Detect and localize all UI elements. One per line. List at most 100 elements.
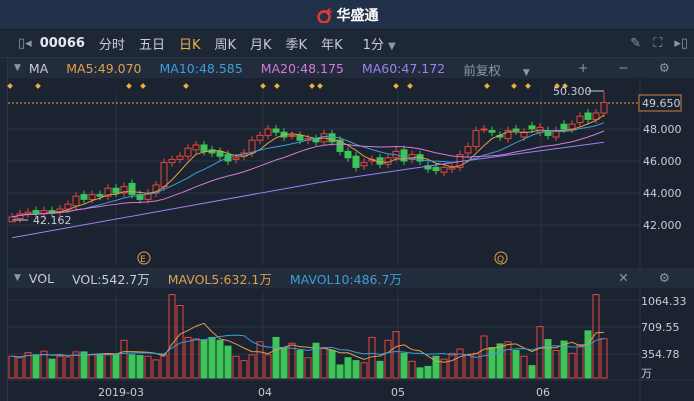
candle-body [264,128,272,136]
candle-body [416,154,424,162]
gear-icon[interactable]: ⚙ [659,270,670,285]
event-dot-icon [393,83,399,89]
candle-body [592,112,600,120]
mavol5-line [11,322,605,363]
volume-bar [448,352,456,379]
tab-intraday[interactable]: 分时 [99,34,125,53]
candle-body [216,150,224,157]
interval-value: 1分 [362,38,384,53]
volume-bar [264,354,272,379]
candle-body [432,166,440,172]
candle-body [320,133,328,143]
candle-body [504,130,512,140]
title-bar: 华盛通 [0,0,694,30]
candle-body [8,216,16,223]
collapse-ma-icon[interactable]: ▼ [14,63,21,73]
adjust-value: 前复权 [463,63,501,78]
candle-body [296,134,304,141]
zoom-out-icon[interactable]: − [618,60,628,79]
collapse-sidebar-icon[interactable]: ▯◂ [18,36,32,51]
chevron-down-icon: ▼ [522,68,530,78]
event-dot-icon [309,83,315,89]
tab-weekly-k[interactable]: 周K [214,34,236,53]
candle-body [160,162,168,188]
candle-body [400,149,408,162]
volume-bar [432,355,440,379]
volume-bar [328,349,336,379]
tab-daily-k[interactable]: 日K [179,34,201,53]
volume-bar [224,345,232,379]
volume-bar [120,339,128,379]
tab-yearly-k[interactable]: 年K [321,34,343,53]
volume-bar [528,365,536,379]
candle-body [312,138,320,143]
candle-body [56,208,64,213]
chevron-down-icon: ▼ [388,41,396,52]
volume-bar [56,355,64,379]
candle-body [88,194,96,200]
volume-bar [416,367,424,379]
candle-body [208,149,216,154]
tab-quarterly-k[interactable]: 季K [286,34,308,53]
candle-body [176,155,184,160]
tab-monthly-k[interactable]: 月K [250,34,272,53]
interval-dropdown[interactable]: 1分 ▼ [363,34,396,53]
candle-body [96,194,104,197]
volume-bar [32,354,40,379]
candle-body [168,158,176,164]
candle-body [136,194,144,200]
volume-bar [552,349,560,379]
candle-body [576,115,584,124]
volume-bar [592,294,600,379]
app-logo: 华盛通 [316,5,379,25]
candle-body [232,157,240,160]
volume-bar [216,339,224,379]
volume-bar [296,349,304,379]
fullscreen-icon[interactable]: ⛶ [653,36,662,51]
price-tick: 46.000 [643,155,682,168]
candle-body [152,184,160,194]
candle-body [256,134,264,141]
candle-body [376,157,384,165]
event-dot-icon [260,83,266,89]
vol-unit: 万 [641,367,652,380]
volume-bar [144,355,152,379]
date-tick: 2019-03 [98,386,144,399]
close-icon[interactable]: ✕ [618,270,628,285]
dock-panel-icon[interactable]: ▸▯ [674,36,688,51]
ma60-value: MA60:47.172 [361,60,446,76]
ma20-value: MA20:48.175 [260,60,344,76]
mavol10-value: MAVOL10:486.7万 [289,271,402,287]
vol-label: VOL [28,270,55,286]
volume-bar [472,352,480,379]
event-marker-e[interactable]: E [137,251,151,265]
event-marker-q[interactable]: Q [494,251,508,265]
flame-logo-icon [316,6,333,23]
candle-body [600,102,608,114]
candle-body [496,134,504,138]
pencil-icon[interactable]: ✎ [630,36,641,51]
volume-bar [136,355,144,379]
candle-body [192,144,200,151]
volume-bar [344,357,352,379]
volume-bar [72,351,80,379]
collapse-vol-icon[interactable]: ▼ [14,273,21,283]
ma5-value: MA5:49.070 [66,60,142,76]
volume-bar [152,359,160,379]
event-dot-icon [525,83,531,89]
stock-code: 00066 [39,36,85,51]
volume-bar [64,356,72,379]
gear-icon[interactable]: ⚙ [659,60,670,79]
candle-body [48,210,56,213]
zoom-in-icon[interactable]: + [578,60,588,79]
candle-body [112,187,120,194]
tab-five-day[interactable]: 五日 [139,34,165,53]
ma-indicator-bar: ▼ MA MA5:49.070 MA10:48.585 MA20:48.175 … [8,58,694,78]
candle-body [80,194,88,200]
candle-body [240,152,248,157]
candle-body [584,112,592,120]
candles [8,90,608,379]
candle-body [368,158,376,162]
candle-body [200,144,208,152]
adjust-dropdown[interactable]: 前复权 ▼ [463,60,547,79]
